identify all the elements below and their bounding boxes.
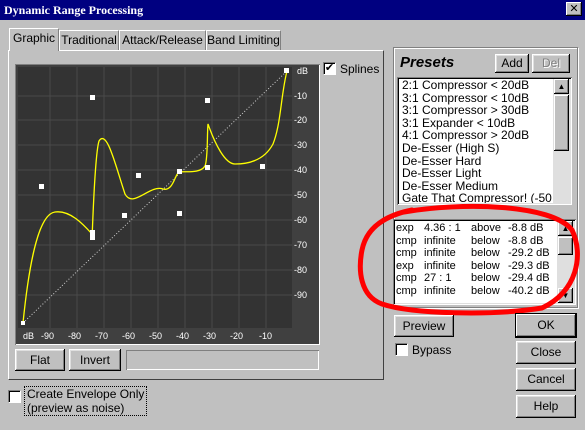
graph-plot-area: [18, 67, 292, 328]
x-tick-label: -90: [41, 331, 54, 341]
create-envelope-line1: Create Envelope Only: [27, 387, 145, 401]
flat-button[interactable]: Flat: [15, 349, 65, 371]
create-envelope-label: Create Envelope Only (preview as noise): [24, 386, 148, 416]
x-tick-label: -10: [259, 331, 272, 341]
add-preset-button[interactable]: Add: [495, 54, 529, 73]
status-field: [126, 350, 319, 370]
title-bar: Dynamic Range Processing: [0, 0, 585, 20]
presets-scrollbar[interactable]: ▲: [553, 79, 570, 203]
y-axis-labels: dB -10 -20 -30 -40 -50 -60 -70 -80 -90: [294, 66, 308, 300]
scrollbar-thumb[interactable]: [554, 95, 569, 151]
create-envelope-checkbox[interactable]: [8, 390, 21, 403]
preset-item[interactable]: 2:1 Compressor < 20dB: [399, 79, 553, 92]
tab-attack-release[interactable]: Attack/Release: [119, 30, 206, 50]
bypass-label: Bypass: [412, 343, 452, 357]
y-tick-label: -70: [294, 240, 307, 250]
window-title: Dynamic Range Processing: [4, 3, 144, 17]
y-tick-label: -10: [294, 91, 307, 101]
x-tick-label: -30: [203, 331, 216, 341]
x-tick-label: -50: [149, 331, 162, 341]
control-point: [177, 211, 182, 216]
y-tick-label: -60: [294, 215, 307, 225]
presets-list[interactable]: 2:1 Compressor < 20dB 3:1 Compressor < 1…: [397, 77, 572, 205]
invert-button[interactable]: Invert: [69, 349, 121, 371]
control-point: [90, 235, 95, 240]
control-point: [90, 230, 95, 235]
help-button[interactable]: Help: [516, 395, 576, 418]
ok-button[interactable]: OK: [516, 314, 576, 337]
tab-graphic[interactable]: Graphic: [9, 28, 59, 51]
x-tick-label: -60: [122, 331, 135, 341]
graph-frame: dB -10 -20 -30 -40 -50 -60 -70 -80 -90 d…: [15, 64, 320, 345]
cancel-button[interactable]: Cancel: [516, 368, 576, 391]
create-envelope-line2: (preview as noise): [27, 401, 125, 415]
x-tick-label: -80: [68, 331, 81, 341]
tab-traditional[interactable]: Traditional: [59, 30, 119, 50]
y-tick-label: -30: [294, 140, 307, 150]
tab-band-limiting[interactable]: Band Limiting: [206, 30, 281, 50]
x-unit-label: dB: [23, 331, 34, 341]
x-tick-label: -20: [230, 331, 243, 341]
control-point: [284, 68, 289, 73]
control-point: [39, 184, 44, 189]
bypass-checkbox[interactable]: [395, 343, 408, 356]
presets-title: Presets: [400, 54, 455, 71]
control-point: [90, 95, 95, 100]
preview-button[interactable]: Preview: [394, 315, 454, 337]
x-tick-label: -40: [176, 331, 189, 341]
preset-item[interactable]: De-Esser Light: [399, 167, 553, 180]
close-button[interactable]: Close: [516, 341, 576, 364]
transfer-graph[interactable]: dB -10 -20 -30 -40 -50 -60 -70 -80 -90 d…: [15, 64, 320, 345]
control-point: [122, 213, 127, 218]
splines-label: Splines: [340, 62, 380, 76]
y-tick-label: -80: [294, 265, 307, 275]
control-point: [21, 321, 25, 325]
control-point: [177, 169, 182, 174]
y-unit-label: dB: [297, 66, 308, 76]
y-tick-label: -50: [294, 190, 307, 200]
control-point: [205, 98, 210, 103]
y-tick-label: -40: [294, 165, 307, 175]
preset-item[interactable]: 3:1 Compressor > 30dB: [399, 104, 553, 117]
control-point: [260, 164, 265, 169]
red-annotation-circle: [357, 203, 580, 316]
control-point: [136, 173, 141, 178]
x-tick-label: -70: [95, 331, 108, 341]
control-point: [205, 165, 210, 170]
delete-preset-button: Del: [532, 54, 570, 73]
splines-checkbox[interactable]: ✔: [323, 62, 336, 75]
y-tick-label: -20: [294, 115, 307, 125]
preset-item[interactable]: De-Esser (High S): [399, 142, 553, 155]
y-tick-label: -90: [294, 290, 307, 300]
scroll-up-arrow-icon[interactable]: ▲: [554, 79, 569, 94]
x-axis-labels: dB -90 -80 -70 -60 -50 -40 -30 -20 -10: [23, 331, 272, 341]
close-window-button[interactable]: ✕: [566, 2, 582, 16]
